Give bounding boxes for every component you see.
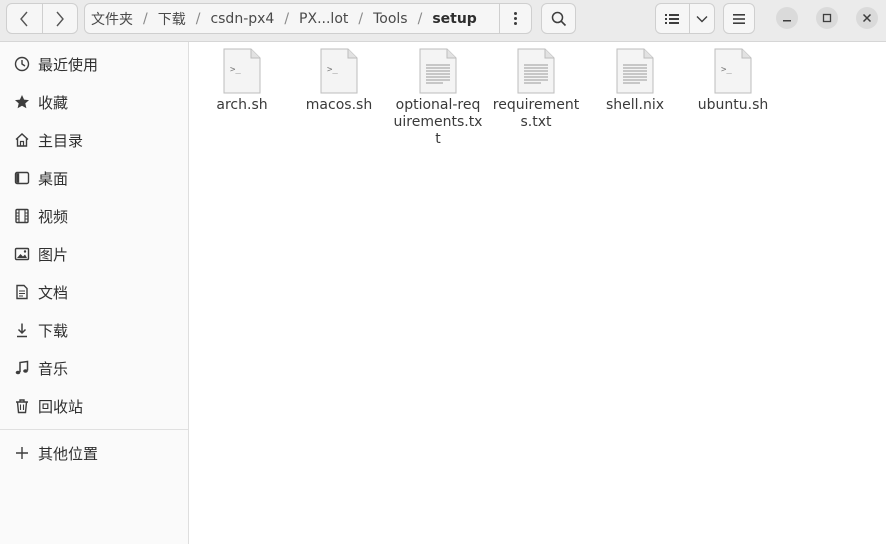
- breadcrumb-separator: /: [358, 10, 364, 27]
- search-icon: [551, 11, 566, 26]
- breadcrumb-item[interactable]: Tools: [373, 11, 408, 27]
- sidebar-item-desktop[interactable]: 桌面: [0, 159, 188, 197]
- sidebar-item-label: 收藏: [38, 93, 69, 112]
- clock-icon: [13, 55, 31, 73]
- sidebar-divider: [0, 429, 188, 430]
- file-name: macos.sh: [305, 97, 373, 113]
- sidebar-item-starred[interactable]: 收藏: [0, 83, 188, 121]
- sidebar-item-pictures[interactable]: 图片: [0, 235, 188, 273]
- file-item[interactable]: requirements.txt: [488, 48, 584, 131]
- sidebar-item-other-locations[interactable]: 其他位置: [0, 434, 188, 472]
- sidebar-item-recent[interactable]: 最近使用: [0, 45, 188, 83]
- sidebar-item-label: 文档: [38, 283, 69, 302]
- maximize-button[interactable]: [816, 7, 838, 29]
- breadcrumb-current[interactable]: setup: [432, 11, 477, 27]
- image-icon: [13, 245, 31, 263]
- plus-icon: [13, 444, 31, 462]
- back-button[interactable]: [7, 4, 42, 33]
- trash-icon: [13, 397, 31, 415]
- chevron-right-icon: [56, 11, 64, 26]
- file-item[interactable]: >_ ubuntu.sh: [685, 48, 781, 114]
- home-icon: [13, 131, 31, 149]
- text-file-icon: [517, 48, 555, 94]
- file-item[interactable]: shell.nix: [587, 48, 683, 114]
- desktop-icon: [13, 169, 31, 187]
- close-button[interactable]: [856, 7, 878, 29]
- list-view-button[interactable]: [656, 4, 689, 33]
- file-manager-window: 文件夹 / 下载 / csdn-px4 / PX...lot / Tools /…: [0, 0, 886, 544]
- path-bar: 文件夹 / 下载 / csdn-px4 / PX...lot / Tools /…: [84, 3, 532, 34]
- text-file-icon: [616, 48, 654, 94]
- sidebar-item-music[interactable]: 音乐: [0, 349, 188, 387]
- header-bar: 文件夹 / 下载 / csdn-px4 / PX...lot / Tools /…: [0, 0, 886, 42]
- maximize-icon: [822, 13, 832, 23]
- kebab-menu-icon: [514, 12, 517, 25]
- text-file-icon: [419, 48, 457, 94]
- chevron-left-icon: [20, 11, 29, 26]
- sidebar-item-label: 回收站: [38, 397, 84, 416]
- minimize-button[interactable]: [776, 7, 798, 29]
- close-icon: [862, 13, 872, 23]
- breadcrumb-item[interactable]: 下载: [158, 9, 186, 29]
- script-file-icon: >_: [714, 48, 752, 94]
- breadcrumb: 文件夹 / 下载 / csdn-px4 / PX...lot / Tools /…: [85, 9, 499, 29]
- path-menu-button[interactable]: [499, 4, 531, 33]
- breadcrumb-item[interactable]: 文件夹: [91, 9, 133, 29]
- document-icon: [13, 283, 31, 301]
- list-view-icon: [665, 13, 680, 24]
- forward-button[interactable]: [41, 4, 77, 33]
- sidebar-item-documents[interactable]: 文档: [0, 273, 188, 311]
- sidebar: 最近使用 收藏 主目录 桌面 视频 图片 文档 下载 音乐 回收站 其他位置: [0, 42, 189, 544]
- sidebar-item-label: 主目录: [38, 131, 84, 150]
- file-grid: >_ arch.sh >_ macos.sh optional-requirem…: [189, 42, 886, 544]
- breadcrumb-item[interactable]: csdn-px4: [210, 11, 274, 27]
- star-icon: [13, 93, 31, 111]
- sidebar-item-downloads[interactable]: 下载: [0, 311, 188, 349]
- sidebar-item-label: 图片: [38, 245, 69, 264]
- file-item[interactable]: optional-requirements.txt: [390, 48, 486, 148]
- sidebar-item-label: 桌面: [38, 169, 69, 188]
- minimize-icon: [783, 20, 791, 22]
- download-icon: [13, 321, 31, 339]
- sidebar-item-label: 音乐: [38, 359, 69, 378]
- sidebar-item-videos[interactable]: 视频: [0, 197, 188, 235]
- sidebar-item-label: 视频: [38, 207, 69, 226]
- sidebar-item-label: 最近使用: [38, 55, 99, 74]
- sidebar-item-label: 其他位置: [38, 444, 99, 463]
- view-options: [655, 3, 715, 34]
- file-name: requirements.txt: [492, 97, 580, 130]
- sidebar-item-home[interactable]: 主目录: [0, 121, 188, 159]
- script-file-icon: >_: [320, 48, 358, 94]
- svg-text:>_: >_: [327, 65, 338, 75]
- sidebar-item-label: 下载: [38, 321, 69, 340]
- view-dropdown-button[interactable]: [688, 4, 714, 33]
- main-menu-button[interactable]: [723, 3, 755, 34]
- film-icon: [13, 207, 31, 225]
- file-name: shell.nix: [605, 97, 665, 113]
- file-name: ubuntu.sh: [697, 97, 769, 113]
- chevron-down-icon: [696, 15, 708, 22]
- breadcrumb-separator: /: [284, 10, 290, 27]
- breadcrumb-item[interactable]: PX...lot: [299, 11, 348, 27]
- breadcrumb-separator: /: [143, 10, 148, 27]
- music-icon: [13, 359, 31, 377]
- hamburger-menu-icon: [733, 13, 745, 24]
- search-button[interactable]: [541, 3, 576, 34]
- file-item[interactable]: >_ arch.sh: [194, 48, 290, 114]
- file-name: optional-requirements.txt: [393, 97, 483, 147]
- breadcrumb-separator: /: [417, 10, 423, 27]
- script-file-icon: >_: [223, 48, 261, 94]
- file-name: arch.sh: [216, 97, 268, 113]
- navigation-buttons: [6, 3, 78, 34]
- sidebar-item-trash[interactable]: 回收站: [0, 387, 188, 425]
- file-item[interactable]: >_ macos.sh: [291, 48, 387, 114]
- svg-text:>_: >_: [721, 65, 732, 75]
- svg-text:>_: >_: [230, 65, 241, 75]
- breadcrumb-separator: /: [195, 10, 201, 27]
